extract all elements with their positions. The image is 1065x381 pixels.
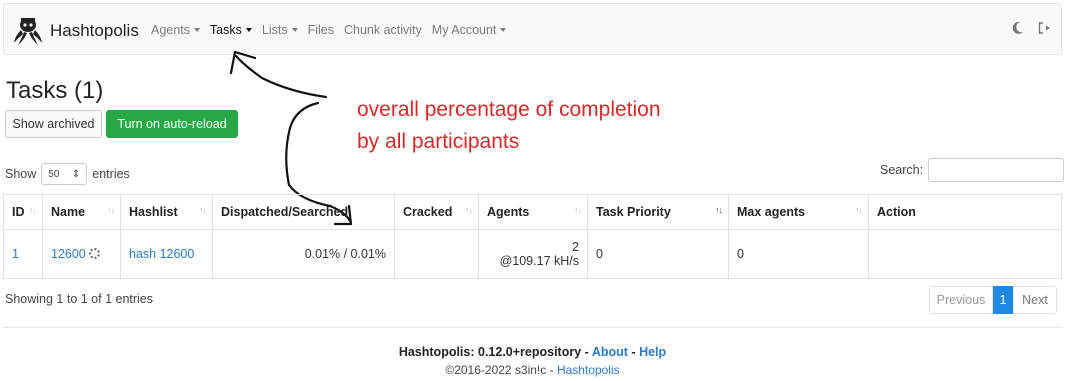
- column-header-label: Action: [877, 205, 916, 219]
- nav-chunk-activity-label: Chunk activity: [343, 23, 422, 37]
- annotation-line-2: by all participants: [357, 130, 520, 153]
- moon-icon[interactable]: [1012, 21, 1024, 35]
- nav-tasks-label: Tasks: [209, 23, 242, 37]
- search-label: Search:: [880, 163, 924, 177]
- footer-copyright-line: ©2016-2022 s3in!c - Hashtopolis: [0, 363, 1065, 377]
- nav-lists[interactable]: Lists: [262, 23, 298, 37]
- agents-count: 2: [572, 240, 579, 254]
- cell-id[interactable]: 1: [3, 229, 43, 279]
- cell-max-agents: 0: [728, 229, 869, 279]
- column-header-label: Name: [51, 205, 86, 219]
- nav-files[interactable]: Files: [308, 23, 334, 37]
- column-header-label: ID: [12, 205, 25, 219]
- sort-icon: ↑↓: [107, 205, 115, 215]
- cell-task-priority: 0: [587, 229, 729, 279]
- auto-reload-button[interactable]: Turn on auto-reload: [106, 110, 238, 138]
- column-header-label: Dispatched/Searched: [221, 205, 349, 219]
- entries-select[interactable]: 50 ⇕: [41, 163, 88, 185]
- page-1-button[interactable]: 1: [993, 286, 1013, 314]
- cell-action: [868, 229, 1062, 279]
- column-header-label: Cracked: [403, 205, 453, 219]
- logout-icon[interactable]: [1038, 22, 1051, 34]
- show-archived-button[interactable]: Show archived: [5, 110, 102, 138]
- nav-tasks[interactable]: Tasks: [210, 23, 252, 37]
- search-input[interactable]: [928, 158, 1065, 182]
- sort-icon: ↑↓: [465, 205, 473, 215]
- nav-chunk-activity[interactable]: Chunk activity: [344, 23, 422, 37]
- hashlist-link[interactable]: hash 12600: [129, 247, 194, 261]
- main-nav: Agents Tasks Lists Files Chunk activity …: [151, 4, 516, 56]
- version-text: Hashtopolis: 0.12.0+repository: [398, 345, 582, 359]
- brand-name: Hashtopolis: [50, 21, 139, 40]
- task-name-link[interactable]: 12600: [51, 247, 86, 261]
- column-header-hashlist[interactable]: Hashlist ↑↓: [120, 194, 213, 230]
- nav-my-account[interactable]: My Account: [432, 23, 507, 37]
- column-header-label: Max agents: [737, 205, 806, 219]
- column-header-dispatched[interactable]: Dispatched/Searched: [212, 194, 395, 230]
- cell-agents: 2 @109.17 kH/s: [478, 229, 588, 279]
- nav-lists-label: Lists: [261, 23, 288, 37]
- column-header-task-priority[interactable]: Task Priority ↑↓: [587, 194, 729, 230]
- entries-length-control: Show 50 ⇕ entries: [5, 163, 130, 185]
- sort-icon: ↑↓: [574, 205, 582, 215]
- navbar: Hashtopolis Agents Tasks Lists Files Chu…: [3, 3, 1062, 55]
- loading-spinner-icon: [88, 248, 100, 259]
- nav-right: [1012, 21, 1051, 35]
- tasks-table: ID ↑↓ Name ↑↓ Hashlist ↑↓ Dispatched/Search…: [3, 194, 1062, 279]
- nav-agents[interactable]: Agents: [151, 23, 200, 37]
- column-header-label: Agents: [487, 205, 530, 219]
- column-header-action: Action: [868, 194, 1062, 230]
- sort-desc-icon: ↑↓: [715, 205, 723, 215]
- table-header-row: ID ↑↓ Name ↑↓ Hashlist ↑↓ Dispatched/Search…: [3, 194, 1062, 230]
- cell-name: 12600: [42, 229, 121, 279]
- column-header-name[interactable]: Name ↑↓: [42, 194, 121, 230]
- column-header-label: Task Priority: [596, 205, 671, 219]
- column-header-id[interactable]: ID ↑↓: [3, 194, 43, 230]
- annotation-line-1: overall percentage of completion: [357, 98, 661, 121]
- select-arrows-icon: ⇕: [71, 168, 81, 180]
- entries-select-value: 50: [48, 168, 60, 180]
- footer-divider: [3, 327, 1062, 328]
- entries-label: entries: [92, 167, 130, 181]
- nav-my-account-label: My Account: [431, 23, 497, 37]
- cell-hashlist: hash 12600: [120, 229, 213, 279]
- agents-speed: @109.17 kH/s: [499, 254, 579, 268]
- show-label: Show: [5, 167, 37, 181]
- column-header-agents[interactable]: Agents ↑↓: [478, 194, 588, 230]
- nav-agents-label: Agents: [151, 23, 190, 37]
- caret-down-icon: [245, 28, 252, 32]
- footer-separator: -: [581, 345, 592, 359]
- cell-cracked: [394, 229, 479, 279]
- caret-down-icon: [291, 28, 298, 32]
- footer-version-line: Hashtopolis: 0.12.0+repository - About -…: [0, 345, 1065, 359]
- caret-down-icon: [500, 28, 507, 32]
- previous-page-button[interactable]: Previous: [929, 286, 993, 314]
- pagination: Previous 1 Next: [929, 286, 1057, 314]
- cell-dispatched-searched: 0.01% / 0.01%: [212, 229, 395, 279]
- sort-icon: ↑↓: [29, 205, 37, 215]
- table-row: 1 12600 hash 12600 0.01% / 0.01% 2 @109.…: [3, 229, 1062, 279]
- arrow-to-tasks-menu: [234, 54, 328, 99]
- column-header-max-agents[interactable]: Max agents ↑↓: [728, 194, 869, 230]
- hand-drawn-arrows: [229, 50, 353, 226]
- page-title: Tasks (1): [6, 77, 104, 104]
- brand[interactable]: Hashtopolis: [12, 16, 139, 46]
- search-control: Search:: [880, 158, 1065, 182]
- next-page-button[interactable]: Next: [1013, 286, 1057, 314]
- table-info: Showing 1 to 1 of 1 entries: [5, 292, 154, 306]
- column-header-label: Hashlist: [129, 205, 178, 219]
- caret-down-icon: [193, 28, 200, 32]
- octopus-logo-icon: [14, 18, 42, 45]
- sort-icon: ↑↓: [199, 205, 207, 215]
- about-link[interactable]: About: [592, 345, 628, 359]
- nav-files-label: Files: [307, 23, 334, 37]
- column-header-cracked[interactable]: Cracked ↑↓: [394, 194, 479, 230]
- sort-icon: ↑↓: [855, 205, 863, 215]
- help-link[interactable]: Help: [639, 345, 666, 359]
- hashtopolis-link[interactable]: Hashtopolis: [557, 363, 620, 377]
- annotation-text: overall percentage of completion by all …: [357, 94, 661, 158]
- copyright-text: ©2016-2022 s3in!c -: [445, 363, 557, 377]
- footer-separator: -: [627, 345, 640, 359]
